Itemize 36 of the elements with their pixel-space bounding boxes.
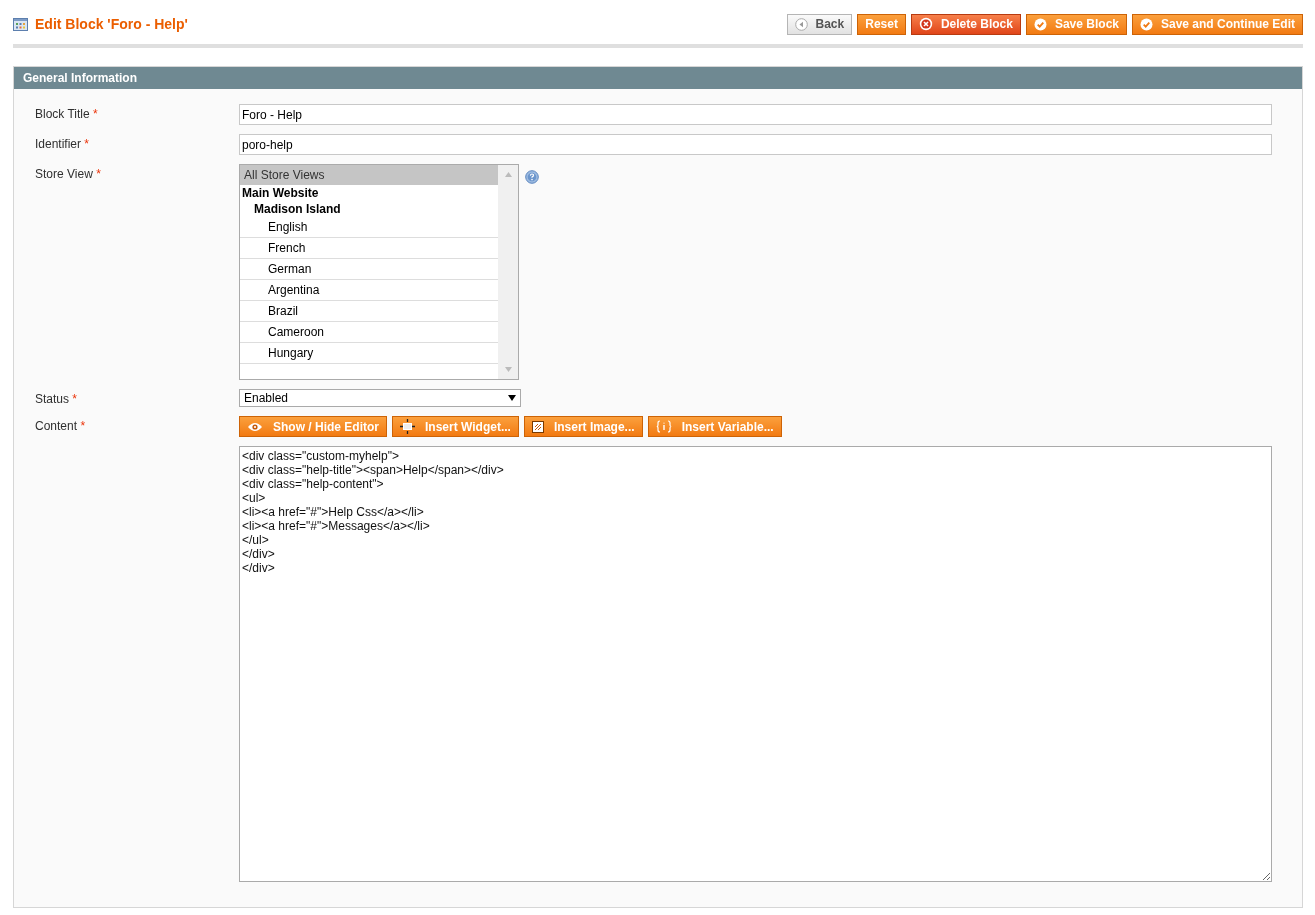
option-group-label: Main Website — [241, 185, 320, 201]
cancel-icon — [918, 17, 933, 31]
eye-icon — [247, 421, 263, 432]
list-option[interactable]: Brazil — [240, 301, 498, 322]
section-title: General Information — [23, 71, 138, 85]
option-group-label: Madison Island — [253, 201, 342, 217]
list-option[interactable]: English — [240, 217, 498, 238]
list-option[interactable]: German — [240, 259, 498, 280]
braces-icon — [655, 420, 672, 433]
field-label: Identifier * — [35, 136, 91, 151]
widget-icon — [400, 419, 415, 434]
dropdown-arrow-icon — [508, 395, 516, 401]
check-icon — [1140, 17, 1153, 31]
field-label: Block Title * — [35, 106, 99, 121]
list-option[interactable]: Hungary — [240, 343, 498, 364]
field-label: Content * — [35, 418, 87, 433]
image-icon — [531, 420, 544, 433]
content-editor[interactable]: <div class="custom-myhelp"> <div class="help-title"><span>Help</span></div> <div class="help-content"> <ul> <li><a href="#">Help Css</a></li> <li><a href="#">Messages</a></li> </ul> </div> </div> — [239, 446, 1272, 882]
help-icon[interactable] — [525, 170, 539, 184]
block-title-field[interactable]: Foro - Help — [239, 104, 1272, 125]
page-title: Edit Block 'Foro - Help' — [35, 16, 188, 32]
back-button[interactable]: Back — [786, 13, 853, 35]
status-dropdown[interactable]: Enabled — [239, 389, 521, 407]
list-option[interactable]: All Store Views — [240, 165, 498, 185]
list-option[interactable]: French — [240, 238, 498, 259]
check-icon — [1033, 17, 1047, 31]
field-label: Store View * — [35, 166, 102, 181]
field-label: Status * — [35, 391, 79, 406]
scroll-down-icon[interactable] — [504, 367, 512, 372]
identifier-field[interactable]: poro-help — [239, 134, 1272, 155]
list-option[interactable]: Cameroon — [240, 322, 498, 343]
store-view-list[interactable]: All Store Views Main Website Madison Island English French German Argentina Brazil Cameroon Hungary — [239, 164, 519, 380]
scrollbar[interactable] — [498, 165, 518, 379]
scroll-up-icon[interactable] — [504, 172, 512, 177]
list-option[interactable]: Argentina — [240, 280, 498, 301]
grid-icon — [13, 17, 28, 31]
